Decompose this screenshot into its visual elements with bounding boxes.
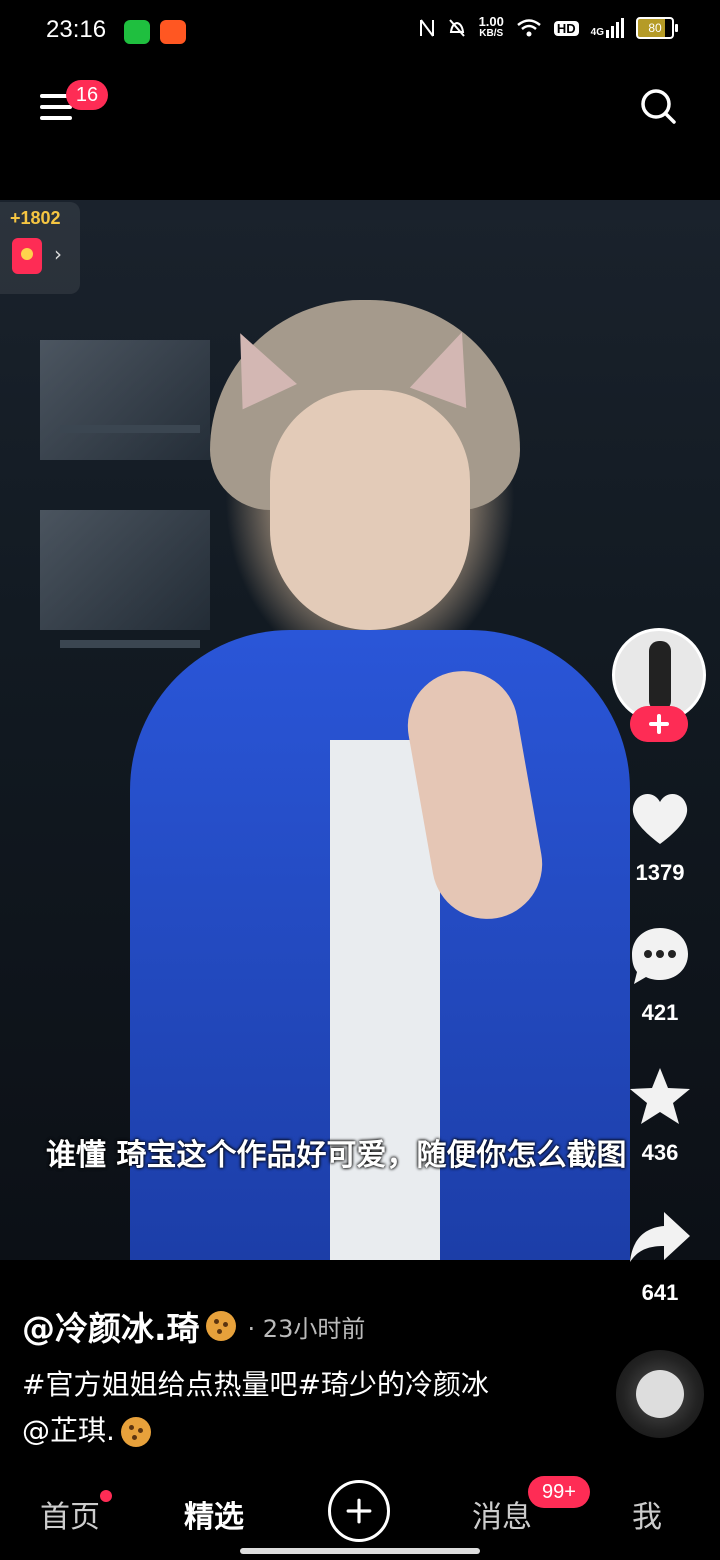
menu-badge: 16 xyxy=(66,80,108,110)
app-notification-icon xyxy=(160,20,186,44)
network-speed: 1.00 KB/S xyxy=(478,14,504,39)
author-name[interactable]: @冷颜冰.琦 xyxy=(22,1302,200,1350)
reward-widget[interactable]: +1802 › xyxy=(0,202,80,294)
nav-featured[interactable]: 精选 xyxy=(184,1492,244,1536)
status-indicators: 1.00 KB/S HD 4G 80 xyxy=(419,14,678,40)
background-poster xyxy=(40,340,210,460)
bottom-nav: 首页 精选 消息 99+ 我 xyxy=(0,1470,720,1560)
reward-coins: +1802 xyxy=(10,208,61,228)
mute-bell-icon xyxy=(448,19,465,37)
chevron-right-icon: › xyxy=(54,242,62,266)
follow-plus-icon[interactable] xyxy=(630,706,688,742)
red-packet-icon xyxy=(12,238,42,274)
nav-messages[interactable]: 消息 xyxy=(472,1492,532,1536)
nav-me[interactable]: 我 xyxy=(632,1492,662,1536)
nav-home[interactable]: 首页 xyxy=(40,1492,100,1536)
author-row: @冷颜冰.琦 · 23小时前 xyxy=(22,1302,365,1350)
nfc-icon xyxy=(419,19,434,37)
signal-icon: 4G xyxy=(591,18,624,38)
search-icon[interactable] xyxy=(640,88,676,124)
create-plus-icon[interactable] xyxy=(328,1480,390,1542)
comment-icon[interactable] xyxy=(628,924,692,988)
background-poster xyxy=(40,510,210,630)
favorite-star-icon[interactable] xyxy=(628,1064,692,1128)
home-notification-dot xyxy=(100,1490,112,1502)
status-time: 23:16 xyxy=(46,16,107,43)
cookie-emoji-icon xyxy=(205,1311,236,1341)
messages-badge: 99+ xyxy=(528,1476,590,1508)
background-shelf xyxy=(60,425,200,433)
background-shelf xyxy=(60,640,200,648)
like-count: 1379 xyxy=(635,860,685,885)
status-bar: 23:16 1.00 KB/S HD 4G 80 xyxy=(0,0,720,64)
favorite-count: 436 xyxy=(641,1140,679,1165)
video-player[interactable] xyxy=(0,200,720,1260)
avatar-figure xyxy=(649,641,671,711)
share-count: 641 xyxy=(641,1280,679,1305)
wechat-notification-icon xyxy=(124,20,150,44)
like-heart-icon[interactable] xyxy=(628,786,692,850)
battery-icon: 80 xyxy=(636,17,678,39)
person-face xyxy=(270,390,470,630)
home-indicator xyxy=(240,1548,480,1554)
hd-icon: HD xyxy=(553,20,579,36)
comment-count: 421 xyxy=(641,1000,679,1025)
share-arrow-icon[interactable] xyxy=(628,1206,692,1270)
post-description[interactable]: #官方姐姐给点热量吧#琦少的冷颜冰@芷琪. xyxy=(22,1362,502,1454)
music-cover xyxy=(636,1370,684,1418)
music-disc-icon[interactable] xyxy=(616,1350,704,1438)
post-time: · 23小时前 xyxy=(247,1314,366,1343)
cookie-emoji-icon xyxy=(120,1417,151,1447)
wifi-icon xyxy=(517,19,541,37)
video-subtitle: 谁懂 琦宝这个作品好可爱，随便你怎么截图 xyxy=(46,1138,627,1173)
